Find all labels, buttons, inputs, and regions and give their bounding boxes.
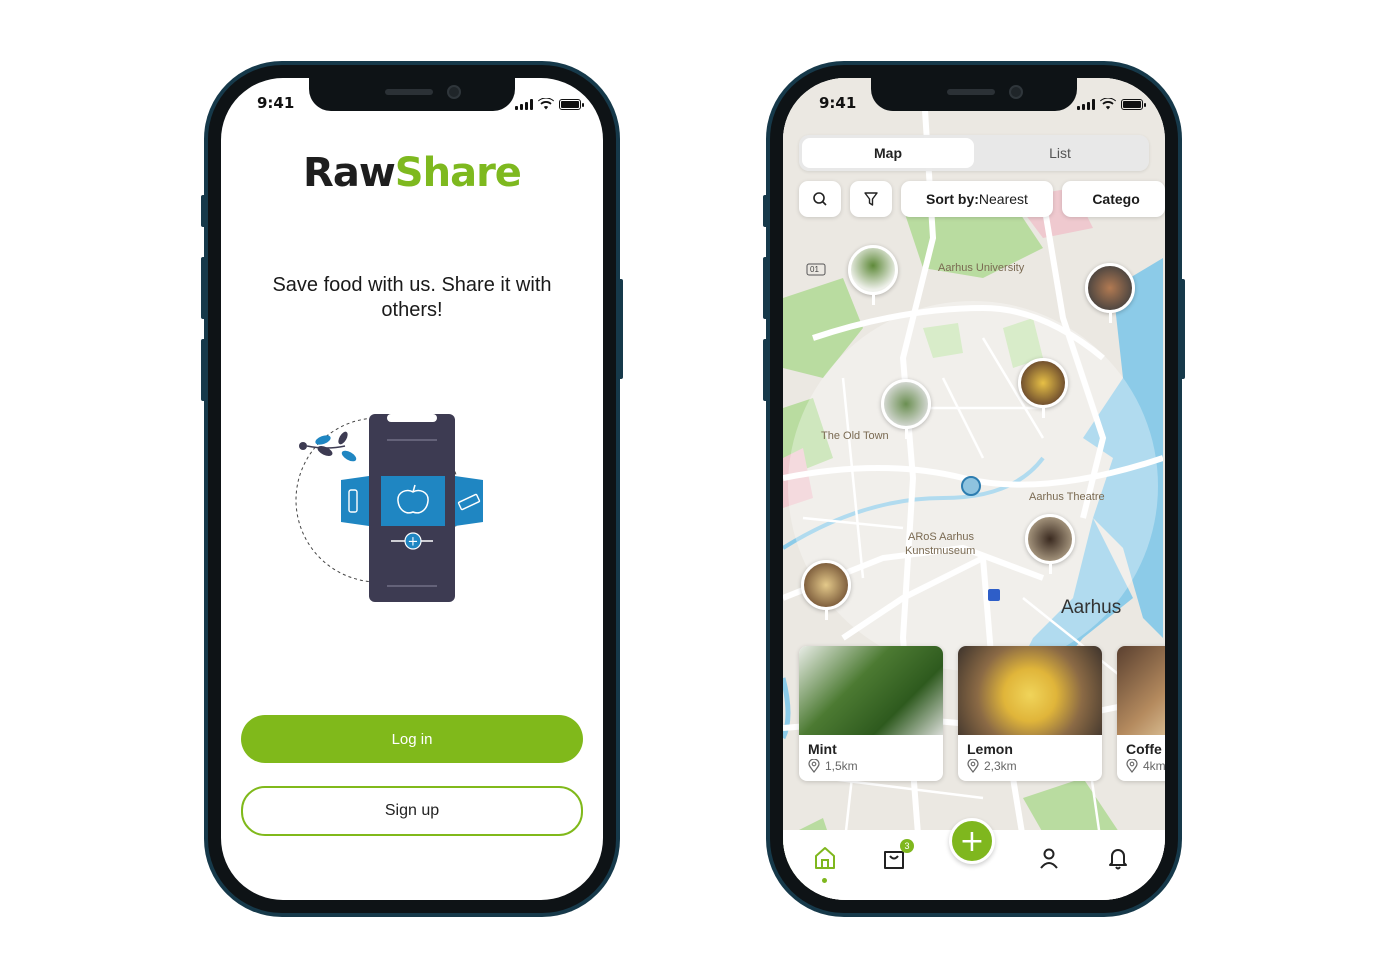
plus-icon: + xyxy=(959,823,985,859)
listing-card[interactable]: Mint 1,5km xyxy=(799,646,943,781)
listing-image xyxy=(1117,646,1165,735)
map-pin-mint[interactable] xyxy=(848,245,898,305)
power-button xyxy=(618,279,623,379)
wifi-icon xyxy=(538,98,554,110)
app-logo: RawShare xyxy=(221,150,603,196)
status-time: 9:41 xyxy=(819,94,857,112)
login-button[interactable]: Log in xyxy=(241,715,583,763)
distance-value: 2,3km xyxy=(984,759,1017,773)
signal-icon xyxy=(515,99,533,110)
add-listing-button[interactable]: + xyxy=(949,818,995,864)
search-button[interactable] xyxy=(799,181,841,217)
profile-icon xyxy=(1040,848,1058,869)
volume-down-button xyxy=(763,339,768,401)
tagline: Save food with us. Share it with others! xyxy=(272,274,552,321)
bezel: 9:41 RawShare Save food with us. Share i… xyxy=(208,65,616,913)
signup-button[interactable]: Sign up xyxy=(241,786,583,836)
svg-text:+: + xyxy=(408,535,419,550)
welcome-screen: 9:41 RawShare Save food with us. Share i… xyxy=(221,78,603,900)
listing-name: Lemon xyxy=(967,741,1013,757)
distance-value: 1,5km xyxy=(825,759,858,773)
listing-name: Coffe xyxy=(1126,741,1162,757)
location-pin-icon xyxy=(1126,759,1138,773)
search-icon xyxy=(813,192,827,206)
map-pin-coffee[interactable] xyxy=(1025,514,1075,574)
map-label-university: Aarhus University xyxy=(938,262,1025,274)
map-pin-lemon[interactable] xyxy=(1018,358,1068,418)
home-icon xyxy=(815,847,835,869)
map-label-aros-museum: Kunstmuseum xyxy=(905,545,976,557)
battery-icon xyxy=(559,99,584,110)
location-pin-icon xyxy=(808,759,820,773)
active-indicator xyxy=(822,878,827,883)
volume-up-button xyxy=(201,257,206,319)
wifi-icon xyxy=(1100,98,1116,110)
status-bar: 9:41 xyxy=(221,94,603,114)
nav-home[interactable] xyxy=(811,844,839,883)
bell-icon xyxy=(1109,849,1127,870)
tab-map[interactable]: Map xyxy=(802,138,974,168)
listing-card[interactable]: Coffe 4km xyxy=(1117,646,1165,781)
location-pin-icon xyxy=(967,759,979,773)
filter-button[interactable] xyxy=(849,181,892,217)
phone-map: 9:41 Aarhus University The Old Town Aarh… xyxy=(763,61,1185,917)
view-toggle: Map List xyxy=(799,135,1149,171)
map-pin-plant[interactable] xyxy=(881,379,931,439)
filter-icon xyxy=(864,192,878,206)
bottom-nav: 3 + xyxy=(783,818,1165,900)
listing-image xyxy=(958,646,1102,735)
category-dropdown[interactable]: Catego xyxy=(1062,181,1165,217)
nav-profile[interactable] xyxy=(1035,844,1063,872)
map-pin-cheese[interactable] xyxy=(801,560,851,620)
listing-distance: 4km xyxy=(1117,757,1165,773)
battery-icon xyxy=(1121,99,1146,110)
mute-switch xyxy=(763,195,768,227)
phone-welcome: 9:41 RawShare Save food with us. Share i… xyxy=(201,61,623,917)
sort-dropdown[interactable]: Sort by: Nearest xyxy=(900,181,1054,217)
status-time: 9:41 xyxy=(257,94,295,112)
map-pin-eggs[interactable] xyxy=(1085,263,1135,323)
sort-value: Nearest xyxy=(978,191,1028,207)
nav-cart[interactable]: 3 xyxy=(880,839,914,872)
map-label-old-town: The Old Town xyxy=(821,430,889,442)
map-screen: 9:41 Aarhus University The Old Town Aarh… xyxy=(783,78,1165,900)
listing-card[interactable]: Lemon 2,3km xyxy=(958,646,1102,781)
logo-share: Share xyxy=(394,150,522,196)
map-label-theatre: Aarhus Theatre xyxy=(1029,491,1105,503)
signal-icon xyxy=(1077,99,1095,110)
listing-name: Mint xyxy=(808,741,837,757)
volume-down-button xyxy=(201,339,206,401)
power-button xyxy=(1180,279,1185,379)
phone-share-illustration-icon: + xyxy=(295,414,483,602)
map-label-city: Aarhus xyxy=(1061,597,1122,618)
current-location-marker xyxy=(961,476,981,496)
listing-distance: 2,3km xyxy=(958,757,1102,773)
map-label-aros: ARoS Aarhus xyxy=(908,531,975,543)
map-label-road: 01 xyxy=(810,265,819,274)
listing-carousel: Mint 1,5km Lemon 2,3km Coffe 4km xyxy=(799,646,1165,781)
filter-bar: Sort by: Nearest Catego xyxy=(799,181,1165,217)
status-bar: 9:41 xyxy=(783,94,1165,114)
tab-list[interactable]: List xyxy=(974,138,1146,168)
volume-up-button xyxy=(763,257,768,319)
distance-value: 4km xyxy=(1143,759,1165,773)
nav-notifications[interactable] xyxy=(1104,844,1132,872)
listing-image xyxy=(799,646,943,735)
cart-badge: 3 xyxy=(900,839,914,853)
logo-raw: Raw xyxy=(303,150,396,196)
listing-distance: 1,5km xyxy=(799,757,943,773)
bezel: 9:41 Aarhus University The Old Town Aarh… xyxy=(770,65,1178,913)
sort-prefix: Sort by: xyxy=(926,191,979,207)
mute-switch xyxy=(201,195,206,227)
